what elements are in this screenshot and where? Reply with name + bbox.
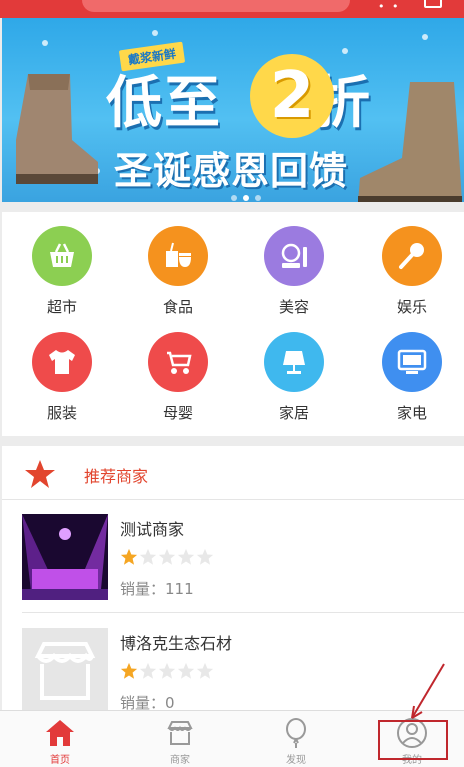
boot-image [16, 74, 98, 184]
pagination-dot[interactable] [231, 195, 237, 201]
microphone-icon [382, 226, 442, 286]
divider [22, 612, 464, 613]
category-supermarket[interactable]: 超市 [22, 226, 102, 317]
star-icon [25, 460, 55, 488]
merchant-name: 测试商家 [120, 520, 185, 539]
star-empty-icon [196, 548, 214, 565]
category-appliance[interactable]: 家电 [372, 332, 452, 423]
merchant-thumbnail [22, 514, 108, 600]
stroller-icon [148, 332, 208, 392]
category-clothing[interactable]: 服装 [22, 332, 102, 423]
message-icon[interactable] [424, 0, 442, 8]
home-icon [46, 720, 74, 746]
recommended-section: 推荐商家 测试商家 销量：111 博洛克生态石材 销量：0 [2, 446, 464, 710]
star-empty-icon [139, 548, 157, 565]
merchant-item[interactable]: 测试商家 销量：111 [22, 514, 464, 614]
merchant-name: 博洛克生态石材 [120, 634, 233, 653]
merchant-sales: 销量：111 [120, 580, 194, 598]
merchant-sales: 销量：0 [120, 694, 175, 710]
nav-discover[interactable]: 发现 [256, 711, 336, 767]
category-home[interactable]: 家居 [254, 332, 334, 423]
tshirt-icon [32, 332, 92, 392]
pagination-dot[interactable] [255, 195, 261, 201]
nav-shops[interactable]: 商家 [140, 711, 220, 767]
section-header: 推荐商家 [2, 446, 464, 500]
search-bar[interactable] [82, 0, 350, 12]
banner-number: 2 [250, 54, 334, 138]
merchant-item[interactable]: 博洛克生态石材 销量：0 [22, 628, 464, 710]
banner-tag: 戴浆新鲜 [118, 41, 186, 72]
rating-stars [120, 548, 215, 570]
nav-home[interactable]: 首页 [20, 711, 100, 767]
cosmetics-icon [264, 226, 324, 286]
rating-stars [120, 662, 215, 684]
top-bar: • • [0, 0, 464, 18]
lamp-icon [264, 332, 324, 392]
basket-icon [32, 226, 92, 286]
promo-banner[interactable]: 戴浆新鲜 低至折 2 圣诞感恩回馈 [2, 18, 464, 202]
food-icon [148, 226, 208, 286]
star-empty-icon [139, 662, 157, 679]
section-title: 推荐商家 [84, 467, 149, 486]
category-food[interactable]: 食品 [138, 226, 218, 317]
star-empty-icon [158, 548, 176, 565]
category-entertainment[interactable]: 娱乐 [372, 226, 452, 317]
star-filled-icon [120, 662, 138, 679]
star-filled-icon [120, 548, 138, 565]
user-icon [397, 718, 427, 748]
monitor-icon [382, 332, 442, 392]
shop-icon [167, 721, 193, 745]
nav-profile[interactable]: 我的 [372, 711, 452, 767]
star-empty-icon [158, 662, 176, 679]
category-beauty[interactable]: 美容 [254, 226, 334, 317]
category-grid: 超市 食品 美容 娱乐 服装 母婴 家居 家电 [2, 212, 464, 436]
balloon-icon [286, 718, 306, 748]
star-empty-icon [177, 548, 195, 565]
category-baby[interactable]: 母婴 [138, 332, 218, 423]
storefront-icon [22, 628, 108, 710]
star-empty-icon [196, 662, 214, 679]
banner-pagination [228, 186, 264, 202]
star-empty-icon [177, 662, 195, 679]
bottom-nav: 首页 商家 发现 我的 [0, 710, 464, 767]
pagination-dot-active[interactable] [243, 195, 249, 201]
more-dots-icon[interactable]: • • [378, 0, 400, 13]
